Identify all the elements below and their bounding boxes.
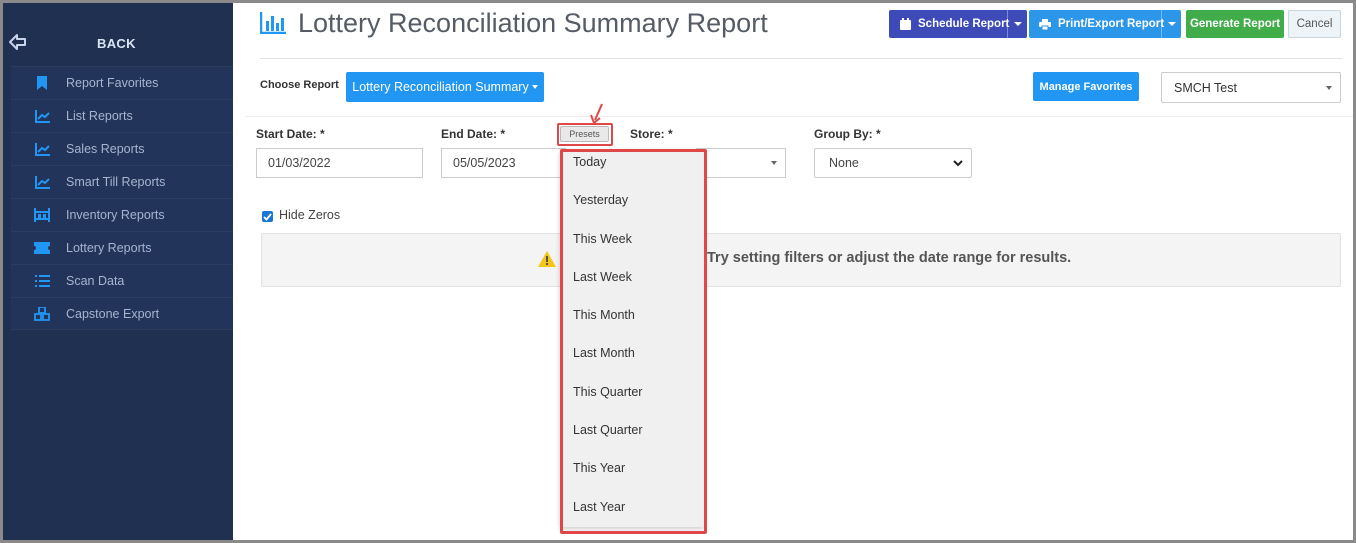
app-window: BACK Report Favorites List Reports Sales… [0, 0, 1356, 543]
sidebar-item-inventory-reports[interactable]: Inventory Reports [11, 198, 233, 231]
choose-report-dropdown[interactable]: Lottery Reconciliation Summary [346, 72, 544, 102]
hide-zeros-checkbox[interactable] [262, 211, 273, 222]
warning-icon [538, 251, 556, 267]
sidebar-item-label: Report Favorites [66, 76, 159, 90]
bar-chart-icon [260, 12, 286, 34]
bookmark-icon [34, 76, 50, 90]
calendar-icon [900, 18, 911, 30]
main-content: Lottery Reconciliation Summary Report Sc… [246, 3, 1353, 540]
sidebar-item-lottery-reports[interactable]: Lottery Reports [11, 231, 233, 264]
page-title: Lottery Reconciliation Summary Report [298, 8, 768, 38]
sidebar-item-label: List Reports [66, 109, 133, 123]
end-date-input[interactable]: 05/05/2023 [441, 148, 566, 178]
sidebar-item-smart-till-reports[interactable]: Smart Till Reports [11, 165, 233, 198]
line-chart-icon [34, 175, 50, 189]
sidebar: BACK Report Favorites List Reports Sales… [3, 3, 233, 540]
print-export-label: Print/Export Report [1058, 18, 1165, 30]
schedule-report-label: Schedule Report [918, 18, 1010, 30]
print-export-button[interactable]: Print/Export Report [1029, 10, 1181, 38]
sidebar-item-label: Capstone Export [66, 306, 160, 321]
sidebar-item-capstone-export[interactable]: Capstone Export [11, 297, 233, 330]
sidebar-item-label: Smart Till Reports [66, 175, 166, 189]
sidebar-item-label: Lottery Reports [66, 241, 152, 255]
group-by-label: Group By: * [814, 127, 881, 141]
back-label: BACK [97, 36, 136, 51]
divider [260, 58, 1342, 59]
printer-icon [1039, 18, 1051, 30]
caret-down-icon [771, 161, 777, 165]
start-date-input[interactable]: 01/03/2022 [256, 148, 423, 178]
manage-favorites-button[interactable]: Manage Favorites [1033, 72, 1139, 101]
annotation-arrow-icon [590, 103, 603, 125]
selected-report-label: Lottery Reconciliation Summary [352, 80, 529, 94]
ticket-icon [34, 241, 50, 255]
sidebar-nav: Report Favorites List Reports Sales Repo… [11, 66, 233, 330]
caret-down-icon [1326, 86, 1332, 90]
presets-annotation-box [557, 123, 613, 146]
no-results-alert: Try setting filters or adjust the date r… [261, 233, 1341, 287]
group-by-value: None [829, 156, 859, 170]
choose-report-label: Choose Report [260, 79, 339, 91]
chevron-down-icon [953, 160, 963, 167]
start-date-label: Start Date: * [256, 127, 325, 141]
store-label: Store: * [630, 127, 673, 141]
store-select-value: SMCH Test [1174, 80, 1237, 95]
generate-report-button[interactable]: Generate Report [1186, 10, 1284, 38]
caret-down-icon [1167, 22, 1176, 26]
group-by-select[interactable]: None [814, 148, 972, 178]
checkmark-icon [263, 212, 272, 221]
boxes-icon [34, 306, 50, 321]
store-filter-select[interactable] [696, 148, 786, 178]
store-select[interactable]: SMCH Test [1161, 72, 1341, 103]
sidebar-item-list-reports[interactable]: List Reports [11, 99, 233, 132]
end-date-label: End Date: * [441, 127, 506, 141]
sidebar-item-label: Inventory Reports [66, 208, 165, 222]
cancel-button[interactable]: Cancel [1288, 10, 1341, 38]
inventory-icon [34, 208, 50, 222]
line-chart-icon [34, 109, 50, 123]
divider [246, 116, 1353, 117]
back-arrow-icon [9, 34, 26, 50]
sidebar-item-label: Scan Data [66, 274, 125, 288]
list-icon [34, 274, 50, 288]
sidebar-item-label: Sales Reports [66, 142, 145, 156]
line-chart-icon [34, 142, 50, 156]
alert-message: Try setting filters or adjust the date r… [707, 250, 1072, 266]
sidebar-item-scan-data[interactable]: Scan Data [11, 264, 233, 297]
sidebar-item-sales-reports[interactable]: Sales Reports [11, 132, 233, 165]
sidebar-item-report-favorites[interactable]: Report Favorites [11, 66, 233, 99]
print-dropdown-toggle[interactable] [1161, 10, 1181, 38]
caret-down-icon [531, 85, 538, 89]
schedule-dropdown-toggle[interactable] [1007, 10, 1027, 38]
caret-down-icon [1013, 22, 1022, 26]
hide-zeros-label: Hide Zeros [279, 208, 341, 222]
schedule-report-button[interactable]: Schedule Report [889, 10, 1027, 38]
presets-menu-annotation-box [560, 149, 707, 534]
back-button[interactable]: BACK [3, 3, 233, 66]
